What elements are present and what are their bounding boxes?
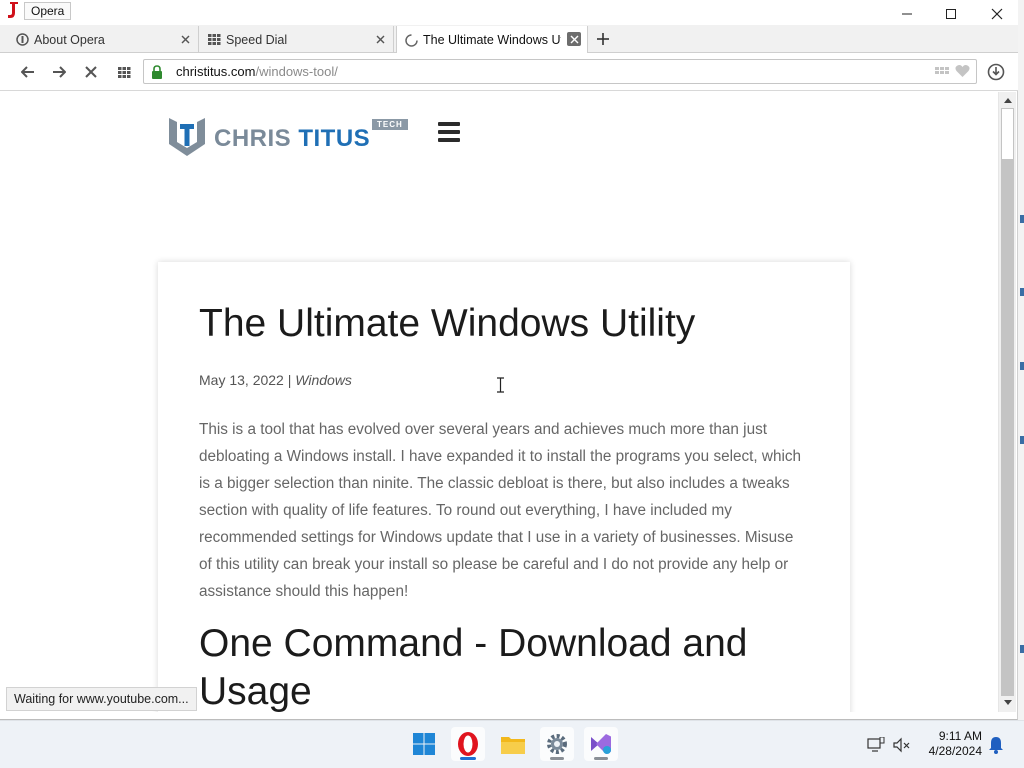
stop-icon	[85, 66, 97, 78]
section-heading: One Command - Download and Usage	[199, 622, 748, 712]
close-icon	[376, 35, 384, 43]
article-body: This is a tool that has evolved over sev…	[199, 421, 802, 600]
text-cursor-icon	[497, 377, 504, 393]
title-bar[interactable]: Opera	[0, 0, 1018, 28]
speed-dial-add-icon[interactable]	[935, 65, 949, 83]
navigation-toolbar: christitus.com/windows-tool/	[0, 53, 1018, 91]
close-window-button[interactable]	[974, 0, 1020, 28]
start-button[interactable]	[407, 727, 441, 761]
speed-dial-icon	[117, 66, 130, 78]
heart-bookmark-icon[interactable]	[955, 64, 970, 83]
maximize-button[interactable]	[928, 0, 974, 28]
page-viewport[interactable]: CHRIS TITUS TECH The Ultimate Windows Ut…	[8, 92, 998, 712]
tab-close-button[interactable]	[178, 32, 192, 46]
meta-separator: |	[283, 372, 296, 388]
article-category-link[interactable]: Windows	[295, 372, 352, 388]
triangle-up-icon	[1003, 98, 1012, 103]
minimize-button[interactable]	[884, 0, 930, 28]
tab-title: The Ultimate Windows Uti	[423, 33, 561, 47]
taskbar-settings[interactable]	[540, 727, 574, 761]
tab-close-button[interactable]	[373, 32, 387, 46]
notification-bell-icon[interactable]	[986, 735, 1006, 755]
address-bar[interactable]: christitus.com/windows-tool/	[143, 59, 977, 84]
logo-word-chris: CHRIS	[214, 125, 299, 152]
scrollbar-thumb[interactable]	[1001, 108, 1014, 160]
running-indicator	[460, 757, 476, 760]
stop-loading-button[interactable]	[80, 61, 102, 83]
windows-start-icon	[413, 733, 435, 755]
tab-about-opera[interactable]: About Opera	[8, 26, 199, 53]
taskbar: 9:11 AM 4/28/2024	[0, 720, 1024, 768]
loading-spinner-icon	[405, 33, 418, 47]
close-icon	[570, 35, 578, 43]
browser-window: Opera About Opera Speed Dial The Ultimat…	[0, 0, 1018, 720]
maximize-icon	[946, 9, 956, 19]
tab-title: Speed Dial	[226, 32, 288, 47]
url-path: /windows-tool/	[255, 64, 338, 79]
back-button[interactable]	[17, 61, 39, 83]
tab-strip: About Opera Speed Dial The Ultimate Wind…	[0, 25, 1018, 54]
logo-tag: TECH	[372, 119, 408, 130]
desktop-icon-fragment	[1020, 362, 1024, 370]
close-icon	[991, 8, 1003, 20]
settings-icon	[547, 734, 567, 754]
scroll-down-button[interactable]	[999, 695, 1016, 711]
tab-title: About Opera	[34, 32, 105, 47]
arrow-left-icon	[21, 66, 34, 78]
desktop-icon-fragment	[1020, 645, 1024, 653]
arrow-right-icon	[53, 66, 66, 78]
running-indicator	[594, 757, 608, 760]
site-logo[interactable]: CHRIS TITUS TECH	[167, 114, 408, 160]
speed-dial-icon	[208, 33, 221, 46]
opera-logo-icon	[8, 2, 18, 18]
tab-ultimate-windows-utility[interactable]: The Ultimate Windows Uti	[396, 26, 588, 54]
desktop-icon-fragment	[1020, 436, 1024, 444]
tab-close-button[interactable]	[567, 32, 581, 46]
lock-icon	[152, 65, 162, 79]
vertical-scrollbar[interactable]	[998, 92, 1016, 712]
new-tab-button[interactable]	[592, 28, 614, 50]
article-card: The Ultimate Windows Utility May 13, 202…	[158, 262, 850, 712]
tray-network-remote-icon[interactable]	[866, 735, 886, 755]
hamburger-menu-icon[interactable]	[438, 122, 460, 142]
status-bar: Waiting for www.youtube.com...	[6, 687, 197, 711]
url-text: christitus.com/windows-tool/	[176, 64, 338, 80]
scroll-up-button[interactable]	[999, 92, 1016, 108]
desktop-icon-fragment	[1020, 288, 1024, 296]
logo-word-titus: TITUS	[298, 125, 371, 152]
plus-icon	[597, 33, 609, 45]
logo-wordmark: CHRIS TITUS	[214, 125, 370, 153]
app-name: Opera	[24, 2, 72, 20]
running-indicator	[550, 757, 564, 760]
article-title: The Ultimate Windows Utility	[199, 302, 696, 345]
article-date: May 13, 2022	[199, 372, 284, 388]
file-explorer-icon	[501, 737, 525, 754]
downloads-button[interactable]	[985, 61, 1007, 83]
desktop-icon-fragment	[1020, 215, 1024, 223]
triangle-down-icon	[1003, 700, 1012, 705]
clock-date: 4/28/2024	[928, 744, 982, 758]
taskbar-visual-studio[interactable]	[584, 727, 618, 761]
taskbar-clock[interactable]: 9:11 AM 4/28/2024	[916, 729, 982, 759]
taskbar-opera[interactable]	[451, 727, 485, 761]
close-icon	[181, 35, 189, 43]
download-icon	[987, 63, 1005, 81]
visual-studio-icon	[591, 734, 611, 754]
url-host: christitus.com	[176, 64, 256, 79]
forward-button[interactable]	[48, 61, 70, 83]
opera-icon	[458, 732, 478, 756]
scrollbar-track[interactable]	[1001, 160, 1014, 696]
speed-dial-button[interactable]	[113, 61, 135, 83]
minimize-icon	[902, 13, 912, 15]
clock-time: 9:11 AM	[938, 729, 982, 743]
chris-titus-shield-icon	[169, 118, 205, 156]
taskbar-file-explorer[interactable]	[496, 727, 530, 761]
opera-info-icon	[16, 33, 29, 46]
tab-speed-dial[interactable]: Speed Dial	[200, 26, 394, 53]
tray-volume-muted-icon[interactable]	[892, 735, 912, 755]
article-meta: May 13, 2022 | Windows	[199, 372, 352, 388]
